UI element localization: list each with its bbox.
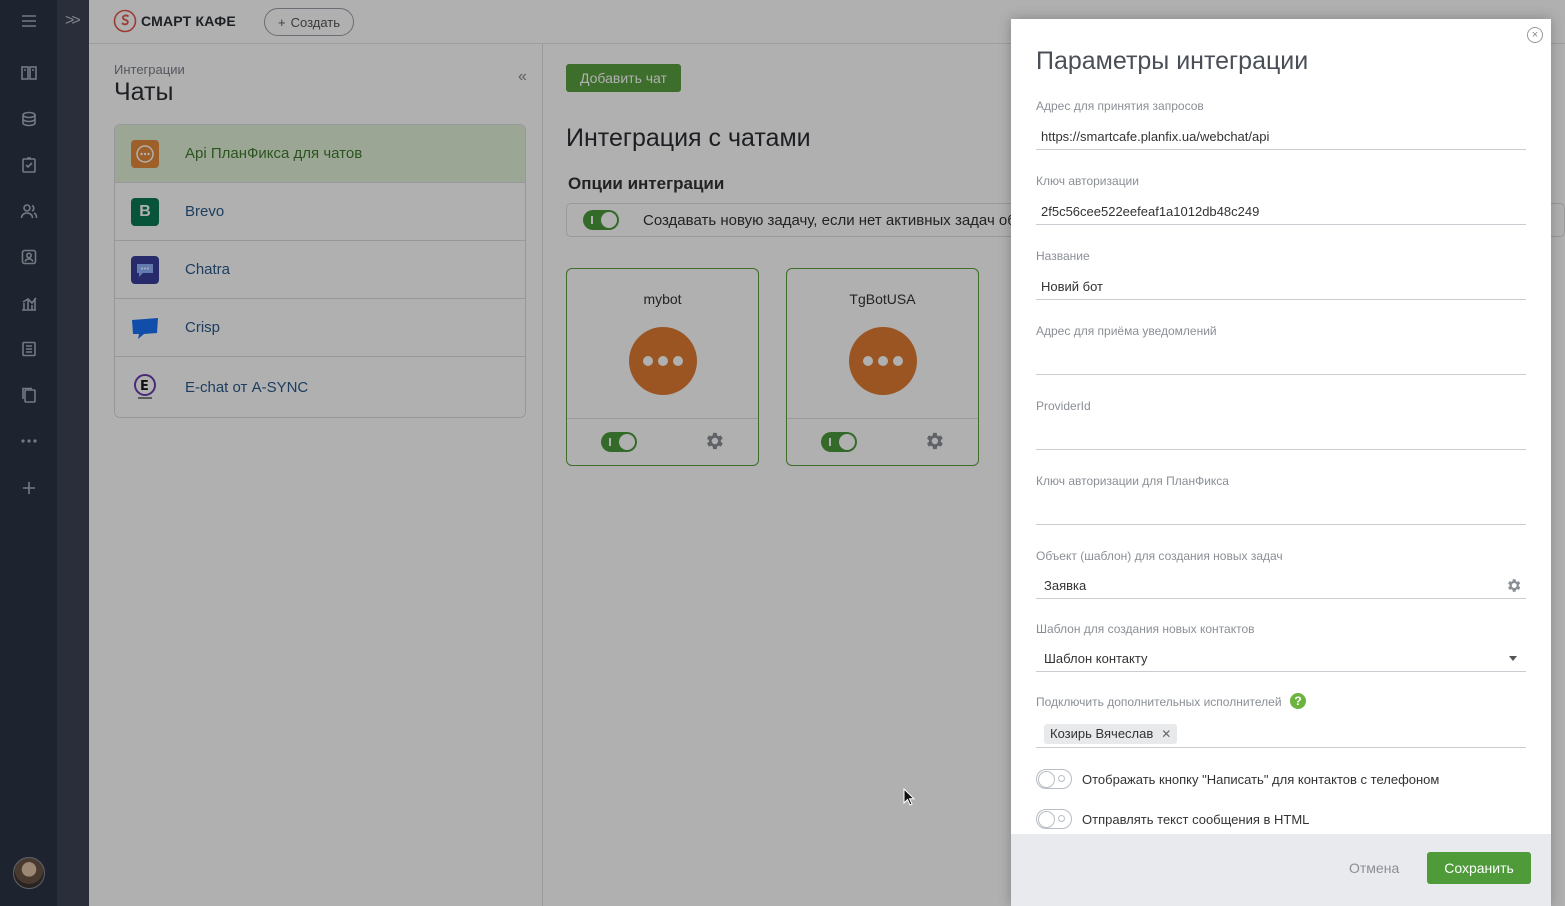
- gear-icon[interactable]: [1505, 577, 1522, 594]
- task-template-select[interactable]: Заявка: [1036, 573, 1526, 599]
- dialog-title: Параметры интеграции: [1036, 47, 1309, 75]
- extra-assignees-label: Подключить дополнительных исполнителей: [1036, 695, 1282, 709]
- planfix-key-label: Ключ авторизации для ПланФикса: [1036, 474, 1229, 488]
- notify-url-field[interactable]: [1036, 349, 1526, 375]
- requests-url-value: https://smartcafe.planfix.ua/webchat/api: [1041, 129, 1270, 144]
- provider-id-label: ProviderId: [1036, 399, 1091, 413]
- close-icon[interactable]: ×: [1527, 27, 1543, 43]
- name-field[interactable]: Новий бот: [1036, 274, 1526, 300]
- planfix-key-field[interactable]: [1036, 499, 1526, 525]
- extra-assignees-field[interactable]: Козирь Вячеслав ✕: [1036, 720, 1526, 748]
- contact-template-value: Шаблон контакту: [1044, 651, 1148, 666]
- auth-key-field[interactable]: 2f5c56cee522eefeaf1a1012db48c249: [1036, 199, 1526, 225]
- auth-key-value: 2f5c56cee522eefeaf1a1012db48c249: [1041, 204, 1260, 219]
- contact-template-label: Шаблон для создания новых контактов: [1036, 622, 1255, 636]
- name-label: Название: [1036, 249, 1090, 263]
- send-html-toggle[interactable]: [1036, 809, 1072, 829]
- provider-id-field[interactable]: [1036, 424, 1526, 450]
- switch-show-write-button: Отображать кнопку "Написать" для контакт…: [1036, 769, 1439, 789]
- contact-template-select[interactable]: Шаблон контакту: [1036, 646, 1526, 672]
- show-write-button-toggle[interactable]: [1036, 769, 1072, 789]
- cancel-button[interactable]: Отмена: [1349, 860, 1399, 876]
- assignee-chip: Козирь Вячеслав ✕: [1044, 723, 1178, 744]
- assignee-chip-label: Козирь Вячеслав: [1050, 726, 1154, 741]
- task-template-value: Заявка: [1044, 578, 1087, 593]
- requests-url-field[interactable]: https://smartcafe.planfix.ua/webchat/api: [1036, 124, 1526, 150]
- task-template-label: Объект (шаблон) для создания новых задач: [1036, 549, 1283, 563]
- dialog-footer: Отмена Сохранить: [1011, 834, 1551, 906]
- switch-label: Отображать кнопку "Написать" для контакт…: [1082, 771, 1440, 787]
- integration-settings-dialog: × Параметры интеграции Адрес для приняти…: [1011, 19, 1551, 906]
- mouse-cursor-icon: [903, 788, 915, 806]
- requests-url-label: Адрес для принятия запросов: [1036, 99, 1204, 113]
- switch-send-html: Отправлять текст сообщения в HTML: [1036, 809, 1309, 829]
- notify-url-label: Адрес для приёма уведомлений: [1036, 324, 1217, 338]
- chevron-down-icon[interactable]: [1509, 656, 1517, 661]
- save-button[interactable]: Сохранить: [1427, 852, 1531, 884]
- name-value: Новий бот: [1041, 279, 1104, 294]
- remove-chip-icon[interactable]: ✕: [1161, 727, 1171, 741]
- switch-label: Отправлять текст сообщения в HTML: [1082, 811, 1310, 827]
- help-icon[interactable]: ?: [1290, 693, 1306, 709]
- auth-key-label: Ключ авторизации: [1036, 174, 1139, 188]
